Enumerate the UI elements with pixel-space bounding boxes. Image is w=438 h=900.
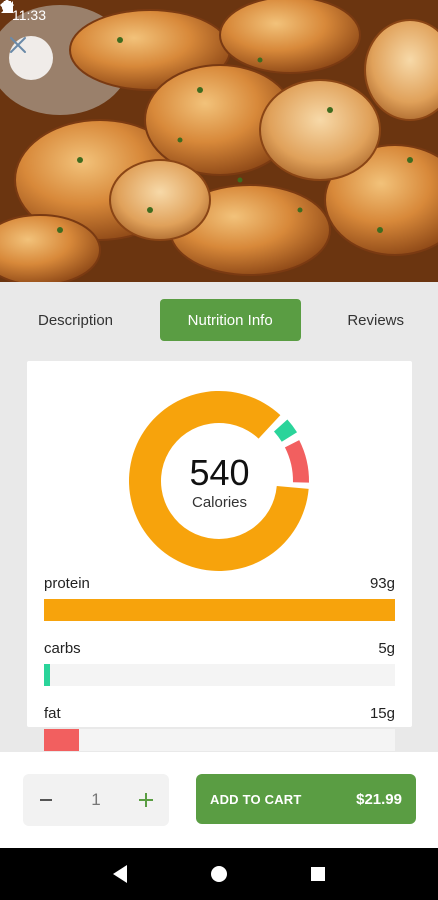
- nutrient-amount: 93g: [369, 575, 395, 592]
- status-bar: 11:33: [0, 0, 438, 30]
- calories-label: Calories: [191, 494, 248, 511]
- protein-bar: [44, 599, 395, 621]
- tab-bar: Description Nutrition Info Reviews: [0, 282, 438, 358]
- recents-button[interactable]: [306, 862, 330, 886]
- nutrient-bar-track: [44, 599, 395, 621]
- nutrient-bar-track: [44, 664, 395, 686]
- tab-description[interactable]: Description: [22, 299, 129, 341]
- carbs-bar: [44, 664, 50, 686]
- nutrition-panel[interactable]: 540 Calories protein 93g carbs 5g fat 15…: [0, 358, 438, 752]
- price-label: $21.99: [356, 790, 402, 808]
- nutrient-name: fat: [44, 705, 61, 722]
- tab-nutrition-info[interactable]: Nutrition Info: [159, 299, 301, 341]
- back-button[interactable]: [108, 862, 132, 886]
- nutrient-fat: fat 15g: [44, 705, 395, 751]
- nutrient-amount: 15g: [369, 705, 395, 722]
- close-icon: [10, 37, 26, 53]
- nutrient-amount: 5g: [378, 640, 395, 657]
- donut-segment-carbs: [273, 419, 298, 442]
- nutrient-name: protein: [44, 575, 90, 592]
- add-to-cart-label: ADD TO CART: [210, 791, 302, 807]
- nutrient-protein: protein 93g: [44, 575, 395, 621]
- back-triangle-icon: [112, 865, 127, 883]
- close-button[interactable]: [9, 36, 53, 80]
- calories-value: 540: [189, 452, 250, 493]
- nutrient-carbs: carbs 5g: [44, 640, 395, 686]
- fat-bar: [44, 729, 80, 751]
- home-circle-icon: [210, 866, 227, 882]
- status-time: 11:33: [12, 7, 46, 23]
- battery-icon: [4, 0, 10, 13]
- recents-square-icon: [311, 867, 326, 881]
- shrimp-photo: [0, 0, 438, 282]
- quantity-stepper: 1: [23, 774, 169, 826]
- nutrient-bar-track: [44, 729, 395, 751]
- tab-reviews[interactable]: Reviews: [331, 299, 420, 341]
- add-to-cart-button[interactable]: ADD TO CART $21.99: [196, 774, 416, 824]
- quantity-value: 1: [91, 790, 101, 809]
- increment-button[interactable]: [137, 791, 155, 809]
- nutrient-name: carbs: [44, 640, 81, 657]
- minus-icon: [40, 799, 52, 801]
- home-button[interactable]: [207, 862, 231, 886]
- plus-icon: [139, 793, 153, 807]
- system-nav-bar: [0, 848, 438, 900]
- decrement-button[interactable]: [37, 791, 55, 809]
- nutrition-card: 540 Calories protein 93g carbs 5g fat 15…: [27, 361, 412, 751]
- cart-bar: 1 ADD TO CART $21.99: [0, 752, 438, 848]
- hero-image: 11:33: [0, 0, 438, 282]
